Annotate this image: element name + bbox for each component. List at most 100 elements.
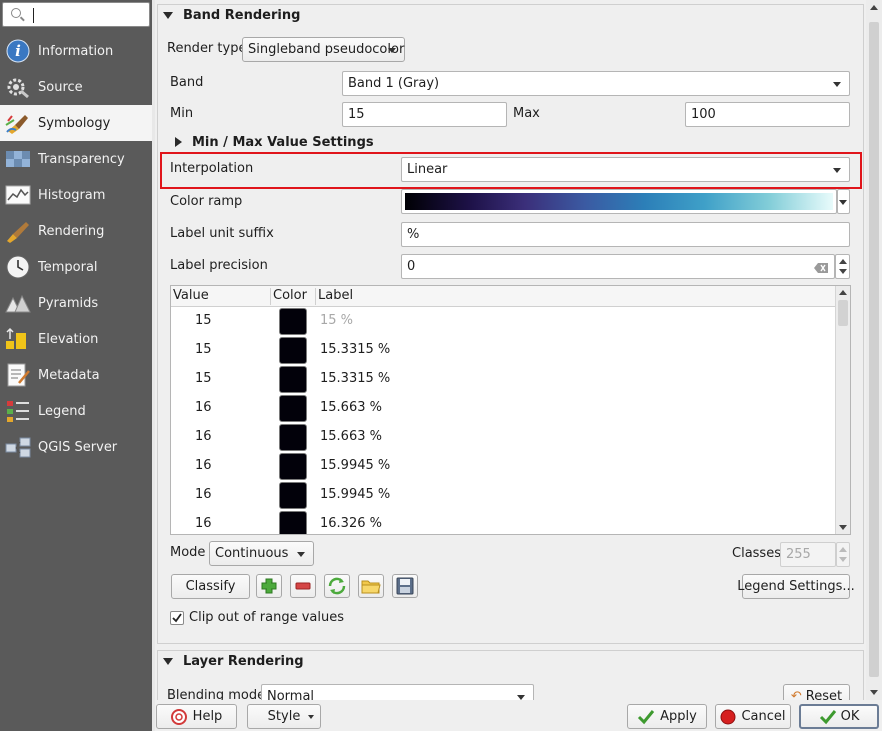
row-color-swatch[interactable] — [279, 395, 307, 422]
remove-class-button[interactable] — [290, 574, 316, 598]
label-precision-value: 0 — [407, 259, 416, 274]
legend-settings-button[interactable]: Legend Settings... — [737, 574, 855, 599]
row-color-swatch[interactable] — [279, 424, 307, 451]
sidebar-item-legend[interactable]: Legend — [0, 393, 152, 429]
row-label[interactable]: 15.9945 % — [320, 487, 390, 502]
checkmark-icon — [819, 709, 836, 724]
panel-scrollbar[interactable] — [866, 0, 882, 700]
row-color-swatch[interactable] — [279, 366, 307, 393]
classes-value: 255 — [786, 547, 811, 562]
search-input[interactable] — [2, 2, 150, 27]
interpolation-combo[interactable]: Linear — [401, 157, 850, 182]
step-up-icon[interactable] — [839, 259, 847, 264]
row-color-swatch[interactable] — [279, 511, 307, 534]
clear-field-icon[interactable] — [814, 262, 828, 273]
row-color-swatch[interactable] — [279, 482, 307, 509]
chevron-down-icon — [297, 552, 305, 557]
row-label[interactable]: 15 % — [320, 313, 353, 328]
sidebar-item-metadata[interactable]: Metadata — [0, 357, 152, 393]
label-precision-spinbox[interactable]: 0 — [401, 254, 835, 279]
table-row[interactable]: 16 15.9945 % — [171, 481, 835, 510]
scroll-up-icon[interactable] — [839, 290, 847, 295]
row-label[interactable]: 15.3315 % — [320, 342, 390, 357]
help-button[interactable]: Help — [156, 704, 237, 729]
classes-spinbox[interactable]: 255 — [780, 542, 836, 567]
sidebar-item-histogram[interactable]: Histogram — [0, 177, 152, 213]
sidebar-item-rendering[interactable]: Rendering — [0, 213, 152, 249]
band-rendering-header[interactable]: Band Rendering — [163, 5, 300, 25]
clip-out-of-range-checkbox[interactable] — [170, 611, 184, 625]
band-combo[interactable]: Band 1 (Gray) — [342, 71, 850, 96]
minmax-settings-header[interactable]: Min / Max Value Settings — [175, 132, 374, 152]
step-up-icon[interactable] — [839, 547, 847, 552]
add-class-button[interactable] — [256, 574, 282, 598]
ok-button[interactable]: OK — [799, 704, 879, 729]
min-input[interactable]: 15 — [342, 102, 507, 127]
apply-button[interactable]: Apply — [627, 704, 707, 729]
step-down-icon[interactable] — [839, 269, 847, 274]
row-color-swatch[interactable] — [279, 337, 307, 364]
sidebar-item-qgis-server[interactable]: QGIS Server — [0, 429, 152, 465]
column-header-label[interactable]: Label — [318, 288, 353, 303]
sidebar-item-transparency[interactable]: Transparency — [0, 141, 152, 177]
classify-button[interactable]: Classify — [171, 574, 250, 599]
classes-stepper[interactable] — [836, 542, 850, 567]
scrollbar-thumb[interactable] — [838, 300, 848, 326]
row-value[interactable]: 16 — [195, 458, 212, 473]
row-color-swatch[interactable] — [279, 308, 307, 335]
sidebar-item-label: Symbology — [38, 115, 111, 131]
label-unit-suffix-input[interactable]: % — [401, 222, 850, 247]
row-value[interactable]: 16 — [195, 516, 212, 531]
scroll-down-icon[interactable] — [870, 690, 878, 695]
row-label[interactable]: 15.3315 % — [320, 371, 390, 386]
table-row[interactable]: 16 15.663 % — [171, 394, 835, 423]
sidebar-item-temporal[interactable]: Temporal — [0, 249, 152, 285]
render-type-combo[interactable]: Singleband pseudocolor — [242, 37, 405, 62]
row-value[interactable]: 16 — [195, 400, 212, 415]
row-label[interactable]: 15.663 % — [320, 400, 382, 415]
scroll-down-icon[interactable] — [839, 525, 847, 530]
cancel-button[interactable]: Cancel — [715, 704, 791, 729]
sidebar-item-pyramids[interactable]: Pyramids — [0, 285, 152, 321]
table-row[interactable]: 16 16.326 % — [171, 510, 835, 534]
scrollbar-thumb[interactable] — [869, 22, 879, 677]
table-row[interactable]: 15 15.3315 % — [171, 365, 835, 394]
export-colormap-button[interactable] — [392, 574, 418, 598]
color-ramp-button[interactable] — [401, 189, 837, 214]
table-scrollbar[interactable] — [835, 286, 850, 534]
row-value[interactable]: 15 — [195, 342, 212, 357]
row-label[interactable]: 15.9945 % — [320, 458, 390, 473]
table-row[interactable]: 15 15.3315 % — [171, 336, 835, 365]
table-row[interactable]: 15 15 % — [171, 307, 835, 336]
style-menu-button[interactable]: Style — [247, 704, 321, 729]
table-row[interactable]: 16 15.9945 % — [171, 452, 835, 481]
mode-combo[interactable]: Continuous — [209, 541, 314, 566]
row-value[interactable]: 15 — [195, 313, 212, 328]
minmax-settings-title: Min / Max Value Settings — [192, 134, 374, 150]
clock-icon — [5, 255, 31, 279]
precision-stepper[interactable] — [835, 254, 850, 279]
sidebar-item-information[interactable]: i Information — [0, 33, 152, 69]
column-header-value[interactable]: Value — [173, 288, 209, 303]
sidebar-item-source[interactable]: Source — [0, 69, 152, 105]
row-value[interactable]: 16 — [195, 429, 212, 444]
row-value[interactable]: 16 — [195, 487, 212, 502]
row-label[interactable]: 15.663 % — [320, 429, 382, 444]
sidebar-item-elevation[interactable]: Elevation — [0, 321, 152, 357]
row-value[interactable]: 15 — [195, 371, 212, 386]
row-label[interactable]: 16.326 % — [320, 516, 382, 531]
max-input[interactable]: 100 — [685, 102, 850, 127]
color-ramp-menu-button[interactable] — [837, 189, 850, 214]
column-header-color[interactable]: Color — [273, 288, 307, 303]
reverse-colors-button[interactable] — [324, 574, 350, 598]
table-row[interactable]: 16 15.663 % — [171, 423, 835, 452]
layer-rendering-header[interactable]: Layer Rendering — [163, 651, 304, 671]
color-classes-table[interactable]: Value Color Label 15 15 % 15 15.3315 % 1… — [170, 285, 851, 535]
paintbrush-icon — [5, 111, 31, 135]
sidebar-item-symbology[interactable]: Symbology — [0, 105, 152, 141]
load-colormap-button[interactable] — [358, 574, 384, 598]
step-down-icon[interactable] — [839, 557, 847, 562]
scroll-up-icon[interactable] — [870, 5, 878, 10]
sidebar-item-label: Source — [38, 79, 83, 95]
row-color-swatch[interactable] — [279, 453, 307, 480]
